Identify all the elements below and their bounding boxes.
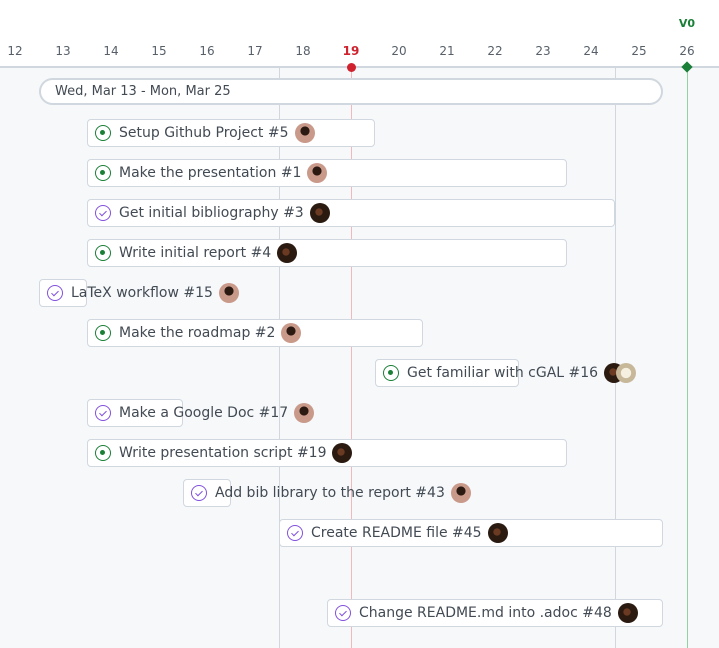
issue-closed-icon (95, 405, 111, 421)
day-label: 13 (55, 44, 71, 58)
avatar[interactable] (294, 123, 315, 143)
day-label: 21 (439, 44, 455, 58)
avatar[interactable] (218, 283, 239, 303)
avatar[interactable] (277, 243, 298, 263)
today-line (351, 67, 352, 648)
timeline-item[interactable]: Make a Google Doc #17 (95, 399, 315, 427)
issue-open-icon (95, 125, 111, 141)
day-label: 22 (487, 44, 503, 58)
timeline-item[interactable]: LaTeX workflow #15 (47, 279, 239, 307)
day-label: 25 (631, 44, 647, 58)
avatar[interactable] (294, 403, 315, 423)
item-title[interactable]: Make the presentation #1 (119, 165, 301, 181)
timeline-item[interactable]: Make the presentation #1 (95, 159, 328, 187)
timeline-item[interactable]: Add bib library to the report #43 (191, 479, 471, 507)
day-label: 16 (199, 44, 215, 58)
today-label: 19 (342, 44, 360, 58)
timeline-item[interactable]: Write presentation script #19 (95, 439, 353, 467)
avatar[interactable] (332, 443, 353, 463)
day-label: 20 (391, 44, 407, 58)
item-title[interactable]: Create README file #45 (311, 525, 482, 541)
item-title[interactable]: Change README.md into .adoc #48 (359, 605, 612, 621)
timeline-item[interactable]: Get familiar with cGAL #16 (383, 359, 637, 387)
item-title[interactable]: Get familiar with cGAL #16 (407, 365, 598, 381)
item-title[interactable]: Write initial report #4 (119, 245, 271, 261)
issue-closed-icon (191, 485, 207, 501)
item-title[interactable]: Add bib library to the report #43 (215, 485, 445, 501)
issue-closed-icon (95, 205, 111, 221)
day-label: 18 (295, 44, 311, 58)
issue-open-icon (95, 165, 111, 181)
today-marker (347, 63, 356, 72)
item-title[interactable]: Write presentation script #19 (119, 445, 326, 461)
milestone-line (687, 67, 688, 648)
milestone-label[interactable]: V0 (672, 17, 702, 30)
avatar[interactable] (281, 323, 302, 343)
week-gridline (615, 67, 616, 648)
avatar[interactable] (307, 163, 328, 183)
day-label: 12 (7, 44, 23, 58)
item-title[interactable]: Make the roadmap #2 (119, 325, 275, 341)
week-gridline (279, 67, 280, 648)
issue-open-icon (95, 445, 111, 461)
iteration-range[interactable]: Wed, Mar 13 - Mon, Mar 25 (39, 78, 663, 105)
item-title[interactable]: LaTeX workflow #15 (71, 285, 213, 301)
issue-open-icon (95, 245, 111, 261)
avatar[interactable] (487, 523, 508, 543)
timeline-item[interactable]: Make the roadmap #2 (95, 319, 302, 347)
issue-open-icon (383, 365, 399, 381)
day-label: 24 (583, 44, 599, 58)
day-label: 17 (247, 44, 263, 58)
item-title[interactable]: Make a Google Doc #17 (119, 405, 288, 421)
avatar[interactable] (616, 363, 637, 383)
avatar[interactable] (450, 483, 471, 503)
day-label: 26 (679, 44, 695, 58)
issue-closed-icon (287, 525, 303, 541)
day-label: 23 (535, 44, 551, 58)
timeline-item[interactable]: Create README file #45 (287, 519, 508, 547)
issue-closed-icon (47, 285, 63, 301)
avatar[interactable] (309, 203, 330, 223)
avatar[interactable] (617, 603, 638, 623)
day-label: 15 (151, 44, 167, 58)
issue-closed-icon (335, 605, 351, 621)
header-divider (0, 66, 719, 68)
timeline-item[interactable]: Setup Github Project #5 (95, 119, 315, 147)
item-title[interactable]: Get initial bibliography #3 (119, 205, 304, 221)
timeline-item[interactable]: Write initial report #4 (95, 239, 298, 267)
timeline-item[interactable]: Change README.md into .adoc #48 (335, 599, 638, 627)
timeline-item[interactable]: Get initial bibliography #3 (95, 199, 330, 227)
issue-open-icon (95, 325, 111, 341)
timeline-header: 12 13 14 15 16 17 18 19 20 21 22 23 24 2… (0, 0, 719, 67)
day-label: 14 (103, 44, 119, 58)
item-title[interactable]: Setup Github Project #5 (119, 125, 289, 141)
